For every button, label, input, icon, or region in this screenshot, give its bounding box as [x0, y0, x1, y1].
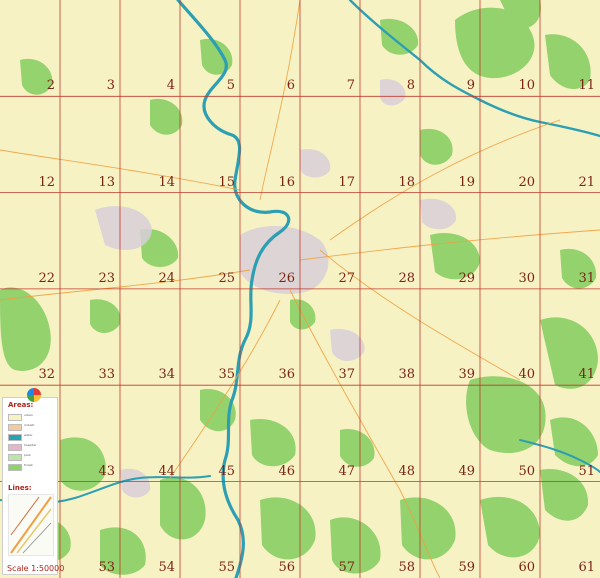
legend-swatch	[8, 444, 22, 451]
grid-cell-label: 18	[398, 174, 415, 190]
grid-cell-label: 5	[226, 78, 235, 94]
grid-cell-label: 19	[458, 174, 475, 190]
grid-cell-label: 61	[578, 559, 595, 575]
legend-item: urban	[8, 413, 56, 421]
grid-cell-label: 60	[518, 559, 535, 575]
legend-swatch	[8, 454, 22, 461]
legend-item: hospital	[8, 443, 56, 451]
legend-swatch	[8, 434, 22, 441]
grid-cell-label: 27	[338, 270, 355, 286]
grid-cell-label: 23	[98, 270, 115, 286]
grid-cell-label: 43	[98, 463, 115, 479]
grid-cell-label: 13	[98, 174, 115, 190]
grid-cell-label: 37	[338, 367, 355, 383]
grid-cell-label: 54	[158, 559, 175, 575]
grid-cell-label: 14	[158, 174, 175, 190]
legend-item-label: water	[24, 433, 33, 437]
grid-cell-label: 44	[158, 463, 175, 479]
legend-item: park	[8, 453, 56, 461]
grid-cell-label: 8	[406, 78, 415, 94]
legend-item: industr	[8, 423, 56, 431]
legend-item-label: park	[24, 453, 31, 457]
grid-cell-label: 4	[166, 78, 175, 94]
grid-cell-label: 9	[466, 78, 475, 94]
grid-cell-label: 7	[346, 78, 355, 94]
legend-lines-title: Lines:	[8, 484, 32, 492]
lines-sample-icon	[10, 496, 52, 554]
grid-cell-label: 53	[98, 559, 115, 575]
grid-cell-label: 50	[518, 463, 535, 479]
grid-cell-label: 47	[338, 463, 355, 479]
legend-areas-title: Areas:	[8, 401, 34, 409]
legend-item-label: industr	[24, 423, 35, 427]
grid-cell-label: 51	[578, 463, 595, 479]
grid-cell-label: 32	[38, 367, 55, 383]
grid-cell-label: 59	[458, 559, 475, 575]
grid-cell-label: 34	[158, 367, 175, 383]
grid-cell-label: 41	[578, 367, 595, 383]
grid-cell-label: 38	[398, 367, 415, 383]
legend-item: forest	[8, 463, 56, 471]
grid-cell-label: 56	[278, 559, 295, 575]
grid-cell-label: 25	[218, 270, 235, 286]
grid-cell-label: 55	[218, 559, 235, 575]
grid-cell-label: 45	[218, 463, 235, 479]
legend-lines-preview	[8, 494, 54, 556]
grid-cell-label: 48	[398, 463, 415, 479]
legend-item-label: hospital	[24, 443, 36, 447]
grid-cell-label: 57	[338, 559, 355, 575]
legend-swatch	[8, 424, 22, 431]
grid-cell-label: 35	[218, 367, 235, 383]
grid-cell-label: 21	[578, 174, 595, 190]
grid-cell-label: 31	[578, 270, 595, 286]
grid-cell-label: 10	[518, 78, 535, 94]
scale-label: Scale 1:50000	[7, 564, 65, 573]
grid-cell-label: 58	[398, 559, 415, 575]
grid-cell-label: 2	[46, 78, 55, 94]
map-legend: Areas: urban industr water hospital park fore…	[2, 388, 64, 575]
legend-swatch	[8, 464, 22, 471]
logo-icon	[27, 388, 41, 402]
grid-cell-label: 24	[158, 270, 175, 286]
grid-cell-label: 20	[518, 174, 535, 190]
grid-cell-label: 29	[458, 270, 475, 286]
legend-item-label: urban	[24, 413, 33, 417]
grid-cell-label: 17	[338, 174, 355, 190]
legend-item-label: forest	[24, 463, 33, 467]
grid-cell-label: 36	[278, 367, 295, 383]
grid-cell-label: 11	[578, 78, 595, 94]
grid-cell-label: 49	[458, 463, 475, 479]
grid-cell-label: 22	[38, 270, 55, 286]
grid-cell-label: 30	[518, 270, 535, 286]
grid-cell-label: 39	[458, 367, 475, 383]
grid-cell-label: 12	[38, 174, 55, 190]
legend-item: water	[8, 433, 56, 441]
grid-cell-label: 15	[218, 174, 235, 190]
map-canvas[interactable]: 2 3 4 5 6 7 8 9 10 11 12 13 14 15 16 17 18 19 20 21 22 23 24 25…	[0, 0, 600, 578]
grid-cell-label: 28	[398, 270, 415, 286]
grid-cell-label: 6	[286, 78, 295, 94]
grid-cell-label: 40	[518, 367, 535, 383]
grid-cell-label: 3	[106, 78, 115, 94]
grid-cell-label: 46	[278, 463, 295, 479]
grid-cell-label: 16	[278, 174, 295, 190]
legend-swatch	[8, 414, 22, 421]
grid-cell-label: 33	[98, 367, 115, 383]
grid-cell-label: 26	[278, 270, 295, 286]
